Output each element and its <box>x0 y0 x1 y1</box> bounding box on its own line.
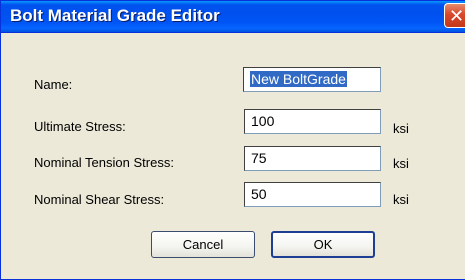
name-field-value: New BoltGrade <box>250 71 347 87</box>
cancel-button[interactable]: Cancel <box>151 231 255 258</box>
ultimate-stress-field[interactable]: 100 <box>244 109 381 134</box>
title-bar[interactable]: Bolt Material Grade Editor ✕ <box>1 1 465 33</box>
nominal-tension-stress-unit: ksi <box>393 156 409 171</box>
nominal-tension-stress-field[interactable]: 75 <box>244 146 381 171</box>
close-icon: ✕ <box>449 6 465 26</box>
name-label: Name: <box>34 77 73 92</box>
ultimate-stress-label: Ultimate Stress: <box>34 119 126 134</box>
ok-button[interactable]: OK <box>271 231 375 258</box>
nominal-shear-stress-unit: ksi <box>393 192 409 207</box>
close-button[interactable]: ✕ <box>444 3 465 28</box>
nominal-shear-stress-field[interactable]: 50 <box>244 182 381 207</box>
window-title: Bolt Material Grade Editor <box>10 6 220 25</box>
name-field[interactable]: New BoltGrade <box>243 67 381 92</box>
nominal-shear-stress-label: Nominal Shear Stress: <box>34 192 165 207</box>
nominal-tension-stress-label: Nominal Tension Stress: <box>34 155 174 170</box>
ultimate-stress-unit: ksi <box>393 121 409 136</box>
dialog-window: Bolt Material Grade Editor ✕ Name: New B… <box>0 0 465 280</box>
